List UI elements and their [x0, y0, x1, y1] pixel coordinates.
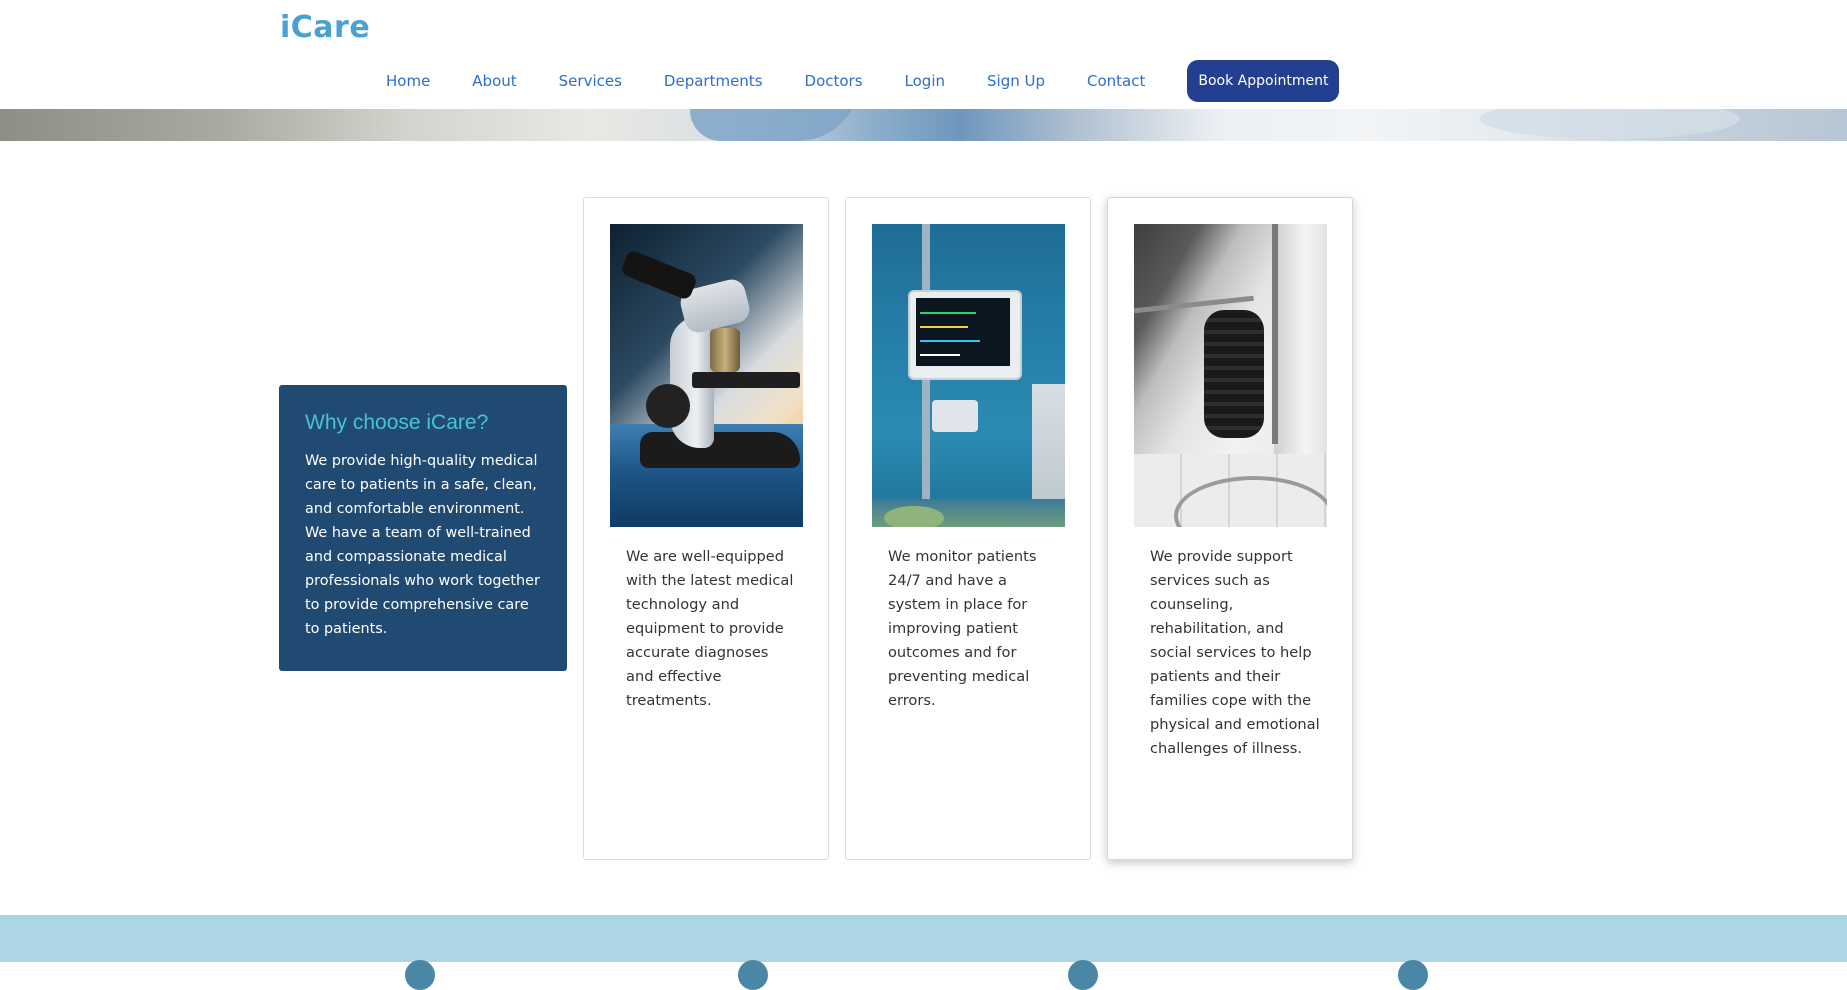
- patient-monitor-image: [872, 224, 1065, 527]
- stats-section-band: [0, 915, 1847, 990]
- hero-banner-image: [0, 109, 1847, 141]
- section-icon: [1068, 960, 1098, 990]
- nav-about[interactable]: About: [472, 72, 516, 90]
- feature-card-text: We are well-equipped with the latest med…: [626, 548, 794, 709]
- nav-doctors[interactable]: Doctors: [805, 72, 863, 90]
- nav-departments[interactable]: Departments: [664, 72, 763, 90]
- nav-services[interactable]: Services: [559, 72, 622, 90]
- nav-home[interactable]: Home: [386, 72, 430, 90]
- section-icon: [405, 960, 435, 990]
- why-choose-text: We provide high-quality medical care to …: [305, 453, 540, 637]
- feature-card-monitoring: We monitor patients 24/7 and have a syst…: [845, 197, 1091, 860]
- microscope-image: [610, 224, 803, 527]
- nav-login[interactable]: Login: [905, 72, 945, 90]
- feature-card-equipment: We are well-equipped with the latest med…: [583, 197, 829, 860]
- feature-card-text: We provide support services such as coun…: [1150, 548, 1320, 757]
- main-nav: Home About Services Departments Doctors …: [386, 60, 1340, 102]
- section-icon: [738, 960, 768, 990]
- section-icon: [1398, 960, 1428, 990]
- nav-signup[interactable]: Sign Up: [987, 72, 1045, 90]
- why-choose-title: Why choose iCare?: [305, 411, 489, 434]
- brand-logo[interactable]: iCare: [280, 10, 370, 45]
- book-appointment-button[interactable]: Book Appointment: [1187, 60, 1340, 102]
- site-header: iCare Home About Services Departments Do…: [0, 0, 1847, 109]
- feature-card-support: We provide support services such as coun…: [1107, 197, 1353, 860]
- why-choose-panel: Why choose iCare? We provide high-qualit…: [279, 385, 567, 671]
- feature-card-text: We monitor patients 24/7 and have a syst…: [888, 548, 1037, 709]
- grab-bar-image: [1134, 224, 1327, 527]
- nav-contact[interactable]: Contact: [1087, 72, 1145, 90]
